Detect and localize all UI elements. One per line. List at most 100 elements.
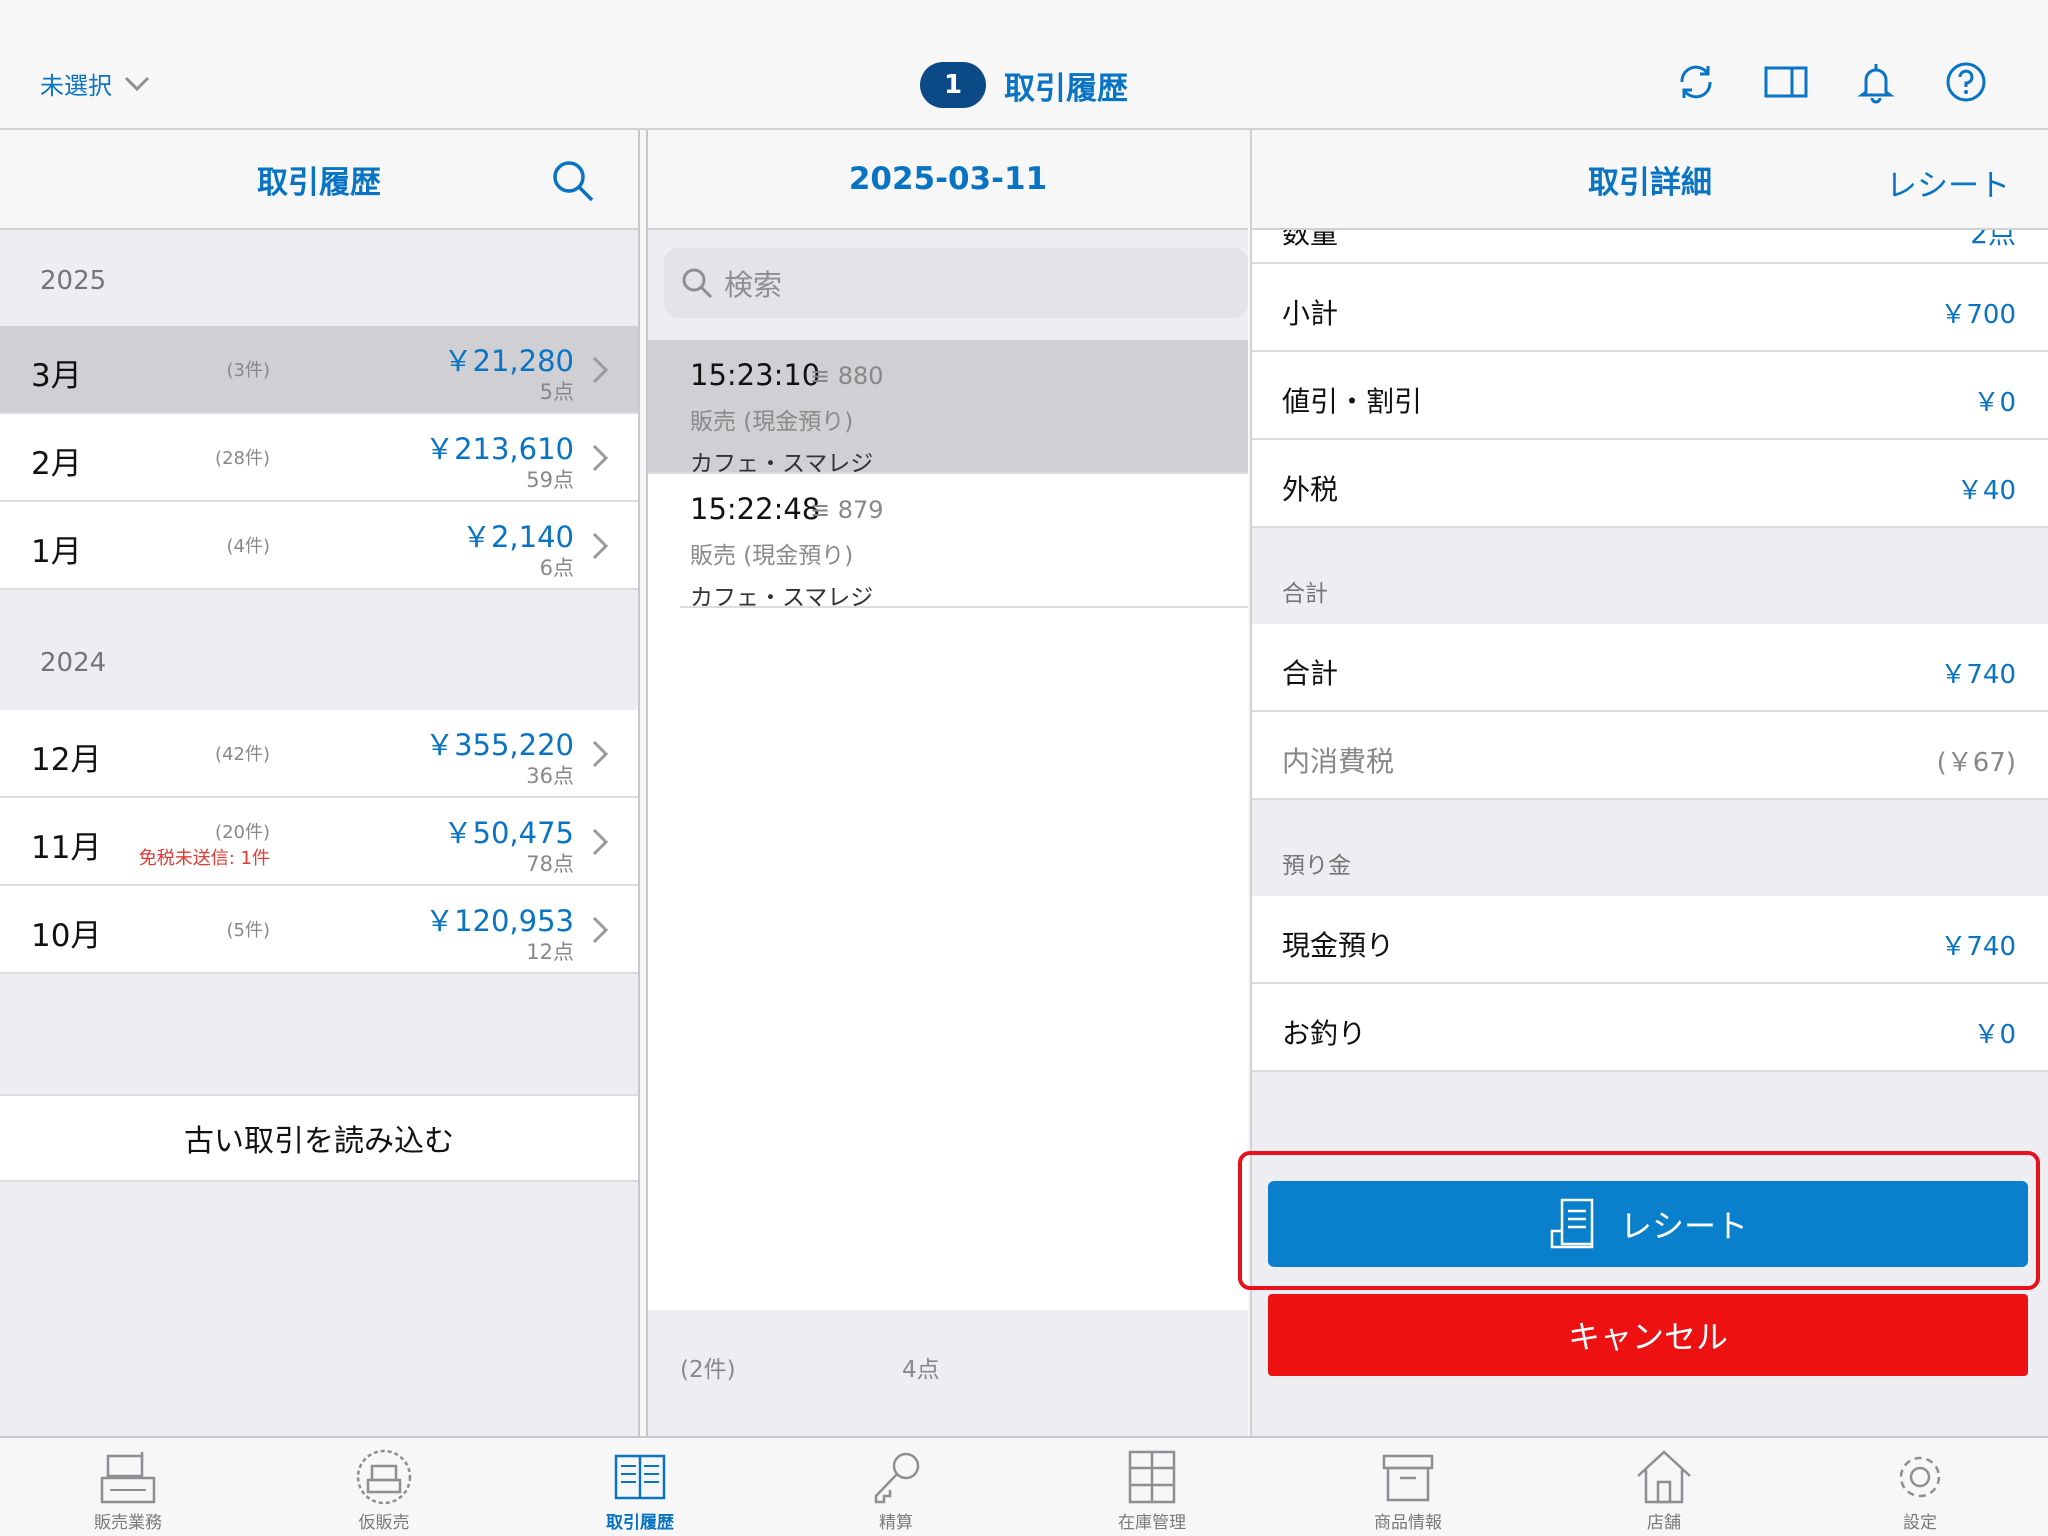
- tab-label: 販売業務: [94, 1513, 162, 1533]
- history-month-list-panel: 取引履歴 2025 3月 (3件) ￥21,280 5点 2月 (28件) ￥2…: [0, 130, 640, 1436]
- chevron-right-icon: [592, 356, 608, 384]
- discount-value: ￥0: [1973, 388, 2016, 418]
- transaction-list: 検索 15:23:10 ≡ 880 販売 (現金預り) カフェ・スマレジ 15:…: [648, 230, 1248, 1310]
- help-icon[interactable]: [1944, 60, 1988, 104]
- month-row-2024-12[interactable]: 12月 (42件) ￥355,220 36点: [0, 710, 638, 798]
- month-amount: ￥21,280: [443, 344, 574, 378]
- tab-products[interactable]: 商品情報: [1280, 1438, 1536, 1536]
- cancel-transaction-button[interactable]: キャンセル: [1268, 1294, 2028, 1376]
- transaction-row-880[interactable]: 15:23:10 ≡ 880 販売 (現金預り) カフェ・スマレジ: [648, 340, 1248, 477]
- transaction-number: ≡ 880: [810, 362, 884, 390]
- month-amount: ￥2,140: [461, 520, 574, 554]
- month-amount: ￥213,610: [425, 432, 574, 466]
- tab-label: 設定: [1903, 1513, 1937, 1533]
- month-label: 3月: [31, 358, 82, 394]
- transaction-list-panel: 2025-03-11 検索 15:23:10 ≡ 880 販売 (現金預り) カ…: [646, 130, 1248, 1436]
- internal-tax-row: 内消費税 (￥67): [1252, 712, 2048, 800]
- tab-label: 商品情報: [1374, 1513, 1442, 1533]
- tab-label: 店舗: [1647, 1513, 1681, 1533]
- selected-date: 2025-03-11: [848, 161, 1048, 197]
- tab-sales[interactable]: 販売業務: [0, 1438, 256, 1536]
- total-section-header: 合計: [1252, 528, 2048, 624]
- month-amount: ￥355,220: [425, 728, 574, 762]
- search-icon: [682, 268, 713, 299]
- detail-title: 取引詳細: [1588, 164, 1712, 201]
- store-icon: [1637, 1450, 1691, 1504]
- transaction-list-footer: (2件) 4点: [648, 1310, 1248, 1436]
- gear-icon: [1899, 1456, 1941, 1498]
- month-points: 36点: [526, 764, 574, 788]
- chevron-right-icon: [592, 444, 608, 472]
- month-points: 12点: [526, 940, 574, 964]
- internal-tax-label: 内消費税: [1282, 745, 1395, 778]
- bottom-tab-bar: 販売業務 仮販売 取引履歴 精算 在庫管理 商品情報 店舗 設定: [0, 1436, 2048, 1536]
- transaction-count: (4件): [226, 536, 271, 557]
- tab-inventory[interactable]: 在庫管理: [1024, 1438, 1280, 1536]
- search-icon[interactable]: [550, 158, 596, 204]
- sync-icon[interactable]: [1674, 60, 1718, 104]
- detail-body: 数量 2点 小計 ￥700 値引・割引 ￥0 外税 ￥40 合計 合計 ￥740…: [1252, 230, 2048, 1072]
- transaction-store: カフェ・スマレジ: [690, 585, 874, 611]
- receipt-link[interactable]: レシート: [1886, 160, 2010, 205]
- tab-label: 精算: [879, 1513, 913, 1533]
- month-row-2024-10[interactable]: 10月 (5件) ￥120,953 12点: [0, 886, 638, 974]
- inventory-icon: [1128, 1450, 1176, 1504]
- transaction-type: 販売 (現金預り): [690, 543, 854, 569]
- month-row-2024-11[interactable]: 11月 (20件) 免税未送信: 1件 ￥50,475 78点: [0, 798, 638, 886]
- total-row: 合計 ￥740: [1252, 624, 2048, 712]
- chevron-right-icon: [592, 740, 608, 768]
- month-row-2025-02[interactable]: 2月 (28件) ￥213,610 59点: [0, 414, 638, 502]
- month-amount: ￥120,953: [425, 904, 574, 938]
- footer-points: 4点: [902, 1357, 940, 1383]
- deposit-section-header: 預り金: [1252, 800, 2048, 896]
- month-label: 2月: [31, 446, 82, 482]
- tab-history[interactable]: 取引履歴: [512, 1438, 768, 1536]
- external-tax-label: 外税: [1282, 473, 1339, 506]
- section-label: 預り金: [1282, 853, 1351, 879]
- product-box-icon: [1382, 1454, 1434, 1502]
- transaction-time: 15:23:10: [690, 358, 821, 392]
- load-older-transactions-button[interactable]: 古い取引を読み込む: [0, 1094, 638, 1182]
- cash-deposit-row: 現金預り ￥740: [1252, 896, 2048, 984]
- change-label: お釣り: [1282, 1017, 1367, 1050]
- tab-store[interactable]: 店舗: [1536, 1438, 1792, 1536]
- external-tax-value: ￥40: [1956, 476, 2016, 506]
- right-panel-header: 取引詳細 レシート: [1252, 130, 2048, 230]
- transaction-number: ≡ 879: [810, 496, 884, 524]
- middle-panel-header: 2025-03-11: [648, 130, 1248, 230]
- month-label: 1月: [31, 534, 82, 570]
- page-title: 取引履歴: [1004, 70, 1128, 107]
- transaction-count: (20件): [215, 822, 270, 843]
- section-label: 合計: [1282, 581, 1328, 607]
- tab-settlement[interactable]: 精算: [768, 1438, 1024, 1536]
- transaction-count: (5件): [226, 920, 271, 941]
- tab-settings[interactable]: 設定: [1792, 1438, 2048, 1536]
- transaction-count: (3件): [226, 360, 271, 381]
- subtotal-row: 小計 ￥700: [1252, 264, 2048, 352]
- chevron-right-icon: [592, 916, 608, 944]
- top-bar: 未選択 1 取引履歴: [0, 0, 2048, 130]
- transaction-type: 販売 (現金預り): [690, 409, 854, 435]
- month-points: 5点: [539, 380, 574, 404]
- total-label: 合計: [1282, 657, 1339, 690]
- month-points: 6点: [539, 556, 574, 580]
- month-label: 11月: [31, 830, 102, 866]
- bell-icon[interactable]: [1854, 60, 1898, 104]
- total-value: ￥740: [1940, 660, 2016, 690]
- internal-tax-value: (￥67): [1936, 748, 2016, 778]
- transaction-time: 15:22:48: [690, 492, 821, 526]
- split-view-icon[interactable]: [1764, 60, 1808, 104]
- history-book-icon: [614, 1454, 666, 1500]
- subtotal-value: ￥700: [1940, 300, 2016, 330]
- transaction-row-879[interactable]: 15:22:48 ≡ 879 販売 (現金預り) カフェ・スマレジ: [680, 474, 1248, 611]
- month-row-2025-01[interactable]: 1月 (4件) ￥2,140 6点: [0, 502, 638, 590]
- transaction-store: カフェ・スマレジ: [690, 451, 874, 477]
- notification-count-badge: 1: [920, 62, 986, 108]
- quantity-row: 数量 2点: [1252, 230, 2048, 264]
- change-value: ￥0: [1973, 1020, 2016, 1050]
- tab-temp-sale[interactable]: 仮販売: [256, 1438, 512, 1536]
- receipt-button[interactable]: レシート: [1268, 1181, 2028, 1267]
- month-row-2025-03[interactable]: 3月 (3件) ￥21,280 5点: [0, 326, 638, 414]
- transaction-search-input[interactable]: 検索: [664, 248, 1248, 318]
